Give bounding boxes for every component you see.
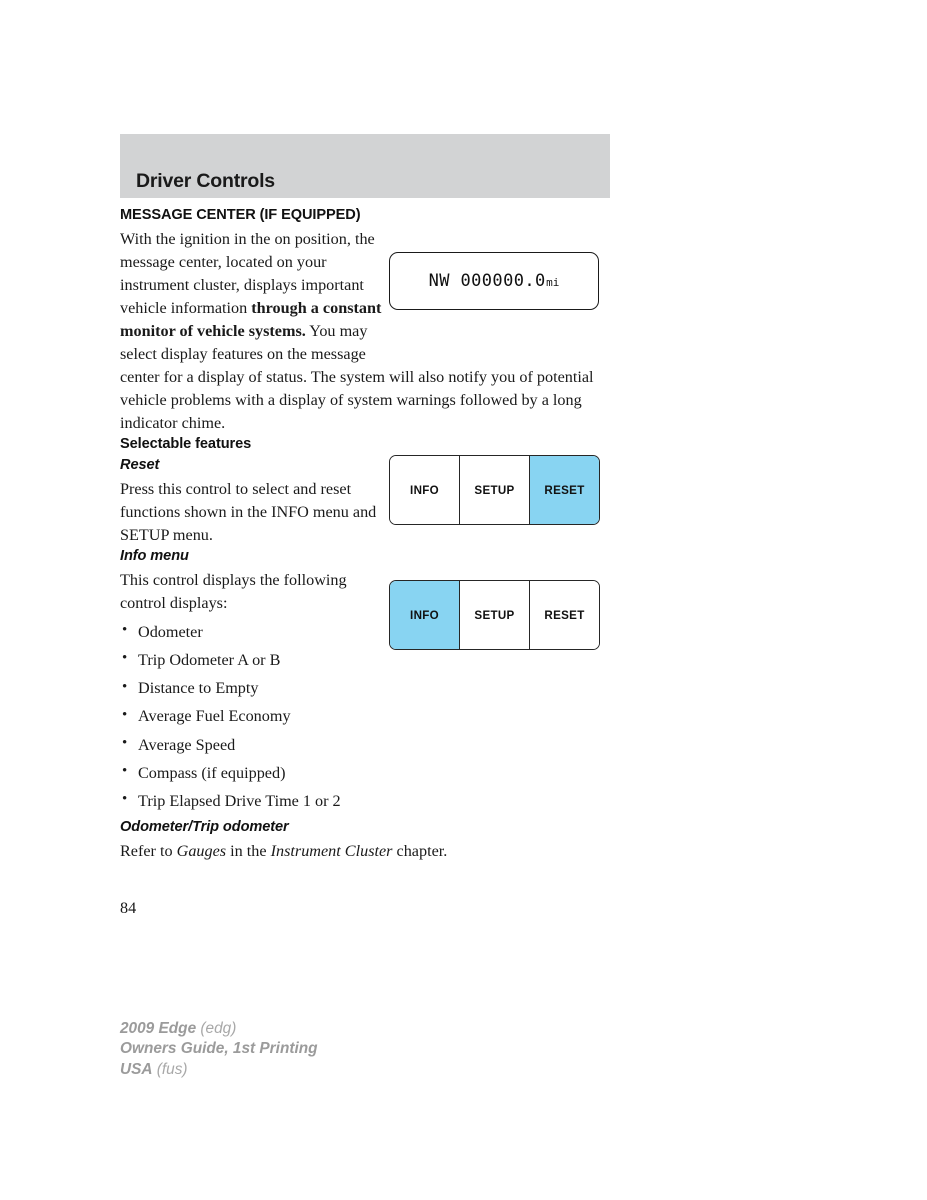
footer-line-guide: Owners Guide, 1st Printing [120, 1039, 318, 1059]
odometer-reference-instrument-cluster: Instrument Cluster [270, 841, 393, 860]
paragraph-reset: Press this control to select and reset f… [120, 480, 377, 545]
paragraph-info-menu: This control displays the following cont… [120, 570, 347, 612]
odometer-reference-gauges: Gauges [176, 841, 227, 860]
footer-guide-name: Owners Guide, 1st Printing [120, 1040, 318, 1058]
footer-market-name: USA [120, 1060, 153, 1078]
list-item: Trip Elapsed Drive Time 1 or 2 [120, 789, 620, 813]
heading-selectable-features: Selectable features [120, 435, 252, 452]
heading-info-menu: Info menu [120, 548, 189, 565]
info-menu-feature-list: Odometer Trip Odometer A or B Distance t… [120, 620, 620, 813]
list-item: Distance to Empty [120, 677, 620, 700]
odometer-text-part2: in the [226, 841, 271, 860]
footer-imprint: 2009 Edge (edg) Owners Guide, 1st Printi… [120, 1019, 318, 1080]
page-title: Driver Controls [136, 170, 275, 192]
heading-reset: Reset [120, 457, 160, 474]
odometer-text-part1: Refer to [120, 841, 177, 860]
list-item: Average Speed [120, 733, 620, 757]
page-number: 84 [120, 899, 137, 917]
footer-line-market: USA (fus) [120, 1060, 318, 1080]
list-item: Average Fuel Economy [120, 705, 620, 728]
footer-market-code: (fus) [152, 1060, 188, 1078]
page-content: MESSAGE CENTER (IF EQUIPPED) With the ig… [120, 206, 620, 863]
paragraph-odometer: Refer to Gauges in the Instrument Cluste… [120, 840, 620, 863]
manual-page: Driver Controls NW 000000.0 mi INFO SETUP… [0, 0, 927, 1200]
list-item: Odometer [120, 620, 620, 644]
list-item: Trip Odometer A or B [120, 648, 620, 672]
lcd-figure-spacer [398, 264, 620, 356]
heading-odometer-trip-odometer: Odometer/Trip odometer [120, 819, 289, 836]
intro-paragraph-block: With the ignition in the on position, th… [120, 228, 620, 435]
footer-line-model: 2009 Edge (edg) [120, 1019, 318, 1039]
heading-message-center: MESSAGE CENTER (IF EQUIPPED) [120, 207, 361, 223]
list-item: Compass (if equipped) [120, 761, 620, 785]
footer-model-name: 2009 Edge [120, 1020, 197, 1037]
footer-model-code: (edg) [196, 1020, 237, 1037]
odometer-text-part3: chapter. [392, 841, 448, 860]
